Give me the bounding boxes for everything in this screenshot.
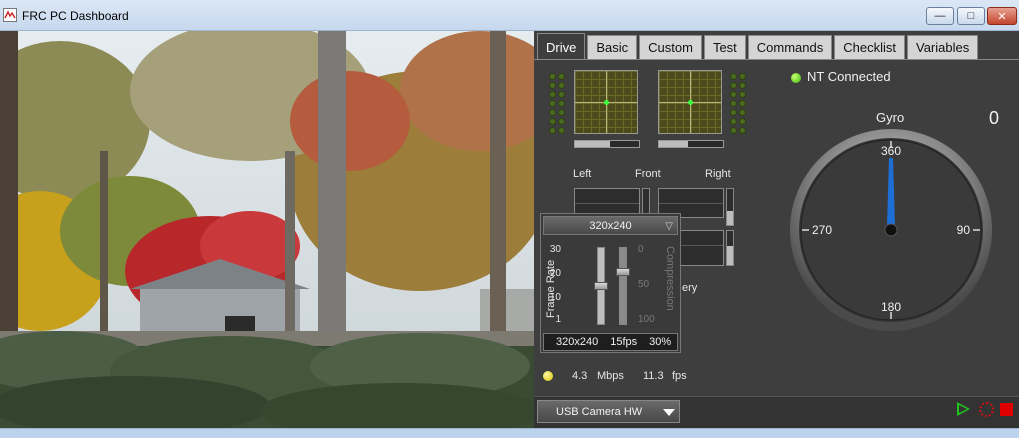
framerate-value: 11.3 (643, 370, 664, 382)
resolution-select[interactable]: 320x240 ▽ (543, 216, 678, 235)
joystick-2-position (688, 100, 693, 105)
joystick-1-pad (574, 70, 638, 134)
button-led (739, 127, 746, 134)
button-led (739, 73, 746, 80)
chevron-down-icon: ▽ (665, 221, 673, 232)
framerate-unit: fps (672, 370, 687, 382)
app-icon (3, 8, 17, 22)
button-led (549, 73, 556, 80)
gyro-label-360: 360 (881, 144, 901, 158)
gyro-gauge: 360 180 270 90 (789, 128, 993, 332)
joystick-2-pad (658, 70, 722, 134)
bandwidth-unit: Mbps (597, 370, 624, 382)
camera-source-select[interactable]: USB Camera HW (537, 400, 680, 423)
button-led (730, 82, 737, 89)
resolution-select-value: 320x240 (589, 219, 632, 232)
button-led (549, 91, 556, 98)
camera-status-fps: 15fps (610, 336, 638, 348)
gyro-label-270: 270 (812, 223, 832, 237)
frame-rate-tick-30: 30 (549, 244, 561, 255)
compression-slider-handle[interactable] (616, 268, 630, 276)
compression-slider[interactable] (619, 247, 627, 325)
tab-bar: Drive Basic Custom Test Commands Checkli… (537, 33, 980, 60)
record-icon[interactable] (979, 402, 994, 417)
camera-status-resolution: 320x240 (556, 336, 599, 348)
compression-tick-50: 50 (638, 279, 650, 290)
right-label: Right (705, 168, 731, 180)
button-led (730, 100, 737, 107)
front-label: Front (635, 168, 661, 180)
button-led (549, 109, 556, 116)
button-led (558, 91, 565, 98)
bandwidth-value: 4.3 (572, 370, 588, 382)
button-led (739, 100, 746, 107)
compression-label: Compression (664, 246, 676, 311)
battery-label: ery (682, 282, 698, 294)
play-icon[interactable] (957, 402, 970, 416)
button-led (549, 82, 556, 89)
camera-source-value: USB Camera HW (556, 406, 643, 418)
maximize-button[interactable]: □ (957, 7, 985, 25)
frame-rate-slider-handle[interactable] (594, 282, 608, 290)
tab-drive[interactable]: Drive (537, 33, 586, 60)
button-led (730, 91, 737, 98)
window-title: FRC PC Dashboard (22, 9, 129, 23)
button-led (558, 73, 565, 80)
frame-rate-tick-10: 10 (549, 292, 561, 303)
window-bottom-edge (0, 428, 1019, 438)
tab-checklist[interactable]: Checklist (834, 35, 905, 59)
nt-status-text: NT Connected (807, 69, 891, 84)
button-led (739, 91, 746, 98)
button-led (739, 82, 746, 89)
joystick-1-position (604, 100, 609, 105)
nt-status-led (791, 73, 801, 83)
button-led (730, 118, 737, 125)
gyro-value: 0 (989, 108, 1000, 128)
button-led (739, 118, 746, 125)
button-led (558, 118, 565, 125)
button-led (558, 100, 565, 107)
camera-status-compression: 30% (649, 336, 672, 348)
button-led (730, 73, 737, 80)
joystick-2-throttle (658, 140, 724, 148)
button-led (558, 109, 565, 116)
gyro-label-180: 180 (881, 300, 901, 314)
frame-rate-tick-20: 20 (549, 268, 561, 279)
camera-status-bar: 320x240 15fps 30% (543, 333, 678, 351)
tab-commands[interactable]: Commands (747, 35, 833, 59)
button-led (549, 127, 556, 134)
stop-icon[interactable] (1000, 403, 1013, 416)
chevron-down-icon (663, 409, 675, 416)
title-bar: FRC PC Dashboard — □ ✕ (0, 0, 1019, 31)
left-label: Left (573, 168, 592, 180)
button-led (730, 127, 737, 134)
tab-basic[interactable]: Basic (587, 35, 638, 59)
tab-divider (534, 59, 1019, 60)
gyro-title: Gyro (876, 110, 905, 125)
tab-test[interactable]: Test (703, 35, 746, 59)
joystick-1-throttle (574, 140, 640, 148)
minimize-button[interactable]: — (926, 7, 954, 25)
button-led (558, 82, 565, 89)
stream-status-led (543, 371, 553, 381)
gyro-label-90: 90 (957, 223, 971, 237)
camera-settings-panel: 320x240 ▽ Frame Rate 30 20 10 1 0 50 100… (540, 213, 681, 353)
tab-custom[interactable]: Custom (639, 35, 702, 59)
tab-variables[interactable]: Variables (907, 35, 979, 59)
rear-motor-bar (726, 230, 734, 266)
compression-tick-100: 100 (638, 314, 655, 325)
gyro-hub (884, 223, 898, 237)
frame-rate-label: Frame Rate (545, 259, 557, 318)
button-led (730, 109, 737, 116)
button-led (739, 109, 746, 116)
frame-rate-tick-1: 1 (555, 314, 561, 325)
compression-tick-0: 0 (638, 244, 644, 255)
button-led (549, 100, 556, 107)
camera-feed[interactable] (0, 31, 534, 428)
button-led (549, 118, 556, 125)
button-led (558, 127, 565, 134)
close-button[interactable]: ✕ (987, 7, 1017, 25)
right-motor-bar (726, 188, 734, 226)
